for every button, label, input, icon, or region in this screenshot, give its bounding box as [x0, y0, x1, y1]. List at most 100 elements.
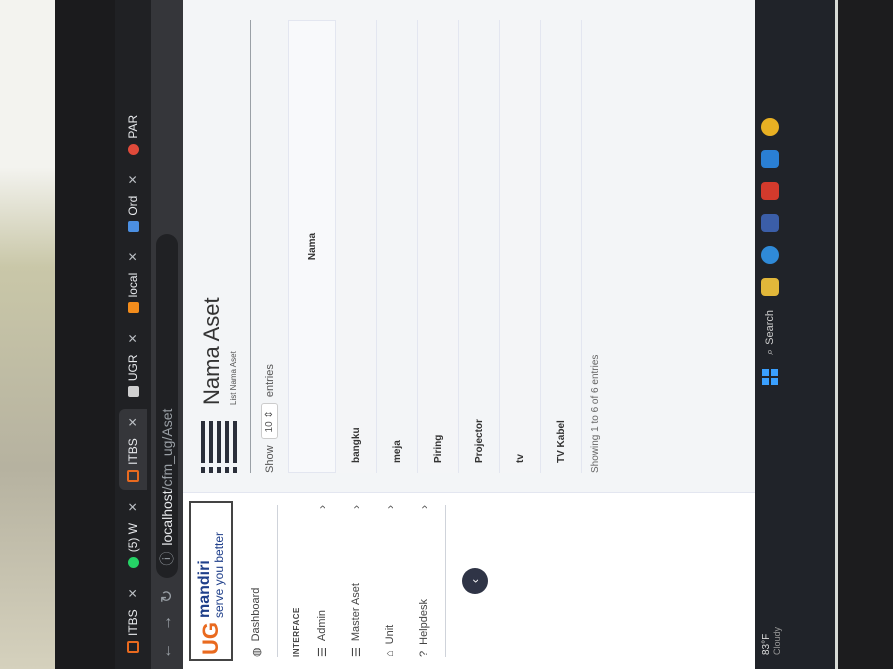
close-icon[interactable]: ✕: [126, 175, 140, 185]
info-icon: ⓘ: [159, 551, 175, 566]
weather-temp: 83°F: [761, 633, 772, 655]
search-icon: ⌕: [763, 348, 776, 355]
browser-tab-bar: ITBS ✕ (5) W ✕ ITBS ✕ UGR ✕ local ✕ Ord …: [115, 0, 151, 669]
tab-label: local: [126, 272, 140, 298]
entries-value: 10: [264, 421, 275, 433]
reload-icon[interactable]: ↻: [157, 590, 177, 603]
chevron-right-icon: ›: [417, 505, 431, 509]
windows-start-icon[interactable]: [762, 369, 778, 385]
table-row: TV Kabel: [541, 20, 582, 473]
tab-2[interactable]: (5) W ✕: [119, 494, 147, 576]
chrome-icon[interactable]: [761, 117, 779, 136]
app-icon[interactable]: [761, 181, 779, 200]
xampp-icon: [127, 302, 139, 314]
page-subtitle: List Nama Aset: [229, 351, 238, 405]
file-explorer-icon[interactable]: [761, 277, 779, 296]
tab-6[interactable]: Ord ✕: [119, 167, 147, 240]
close-icon[interactable]: ✕: [126, 333, 140, 343]
entries-control: Show 10 ⇕ entries: [251, 0, 288, 493]
list-icon: ☰: [350, 647, 363, 657]
sidebar-item-unit[interactable]: ⌂ Unit ›: [373, 493, 407, 669]
sidebar-item-admin[interactable]: ☰ Admin ›: [305, 493, 339, 669]
address-host: localhost: [159, 490, 175, 546]
tab-label: ITBS: [126, 438, 140, 465]
sidebar-toggle-button[interactable]: ‹: [462, 568, 488, 594]
brand-mandiri: mandiri: [196, 560, 213, 618]
close-icon[interactable]: ✕: [126, 502, 140, 512]
main-content: Nama Aset List Nama Aset Show 10 ⇕ entri…: [183, 0, 835, 493]
close-icon[interactable]: ✕: [126, 417, 140, 427]
address-path: /cfm_ug/Aset: [159, 408, 175, 491]
brand-ug: UG: [198, 622, 223, 655]
sidebar-item-master-aset[interactable]: ☰ Master Aset ›: [339, 493, 373, 669]
sidebar-item-dashboard[interactable]: ◍ Dashboard: [239, 493, 273, 669]
sidebar-divider: [277, 505, 278, 657]
back-icon[interactable]: ←: [158, 643, 176, 659]
tab-4[interactable]: UGR ✕: [119, 325, 147, 405]
search-label: Search: [764, 309, 776, 345]
chart-icon: [127, 220, 139, 232]
table-info: Showing 1 to 6 of 6 entries: [590, 354, 601, 473]
entries-label: entries: [263, 364, 276, 398]
weather-text: Cloudy: [772, 626, 782, 655]
laptop-bezel-right: [838, 0, 893, 669]
list-icon: ☰: [316, 647, 329, 657]
store-icon[interactable]: [761, 213, 779, 232]
sidebar-item-label: Master Aset: [350, 583, 362, 642]
laptop-screen: ITBS ✕ (5) W ✕ ITBS ✕ UGR ✕ local ✕ Ord …: [115, 0, 835, 669]
vscode-icon[interactable]: [761, 149, 779, 168]
whatsapp-icon: [127, 557, 139, 569]
page-title: Nama Aset: [199, 297, 224, 405]
sidebar-heading: INTERFACE: [292, 607, 301, 657]
tab-3[interactable]: ITBS ✕: [119, 409, 147, 490]
help-icon: ?: [418, 650, 430, 657]
forward-icon[interactable]: →: [158, 615, 176, 631]
windows-taskbar: 83°F Cloudy ⌕ Search: [755, 0, 835, 669]
taskbar-apps: ⌕ Search: [761, 117, 779, 385]
tab-label: ITBS: [126, 609, 140, 636]
sidebar: UG mandiri serve you better ◍ Dashboard …: [183, 492, 835, 669]
sidebar-item-label: Unit: [384, 624, 396, 645]
entries-select[interactable]: 10 ⇕: [261, 403, 278, 440]
aset-table: Nama bangku meja Piring Projector tv TV …: [288, 20, 582, 473]
table-row: meja: [377, 20, 418, 473]
brand-tagline: serve you better: [212, 531, 226, 618]
browser-address-row: ← → ↻ ⓘ localhost/cfm_ug/Aset: [151, 0, 183, 669]
table-row: Piring: [418, 20, 459, 473]
tab-label: Ord: [126, 195, 140, 216]
taskbar-search[interactable]: ⌕ Search: [764, 310, 777, 355]
tab-5[interactable]: local ✕: [119, 244, 147, 322]
table-row: Projector: [459, 20, 500, 473]
close-icon[interactable]: ✕: [126, 252, 140, 262]
page-icon: [127, 386, 139, 398]
tab-7[interactable]: PAR: [119, 107, 147, 163]
tab-label: (5) W: [126, 522, 140, 553]
sidebar-item-label: Helpdesk: [418, 599, 430, 645]
square-icon: [127, 641, 139, 653]
tab-label: UGR: [126, 354, 140, 382]
sidebar-item-helpdesk[interactable]: ? Helpdesk ›: [407, 493, 441, 669]
chevron-right-icon: ›: [383, 505, 397, 509]
column-header-nama[interactable]: Nama: [288, 20, 336, 473]
brand-logo[interactable]: UG mandiri serve you better: [189, 501, 233, 661]
table-row: bangku: [336, 20, 377, 473]
red-dot-icon: [127, 143, 139, 155]
sidebar-divider: [445, 505, 446, 657]
address-bar[interactable]: ⓘ localhost/cfm_ug/Aset: [156, 233, 178, 578]
edge-icon[interactable]: [761, 245, 779, 264]
chevron-right-icon: ›: [349, 505, 363, 509]
dashboard-icon: ◍: [250, 647, 263, 657]
sidebar-item-label: Admin: [316, 609, 328, 642]
page-header: Nama Aset List Nama Aset: [183, 0, 250, 493]
table-body: bangku meja Piring Projector tv TV Kabel: [336, 20, 582, 473]
table-row: tv: [500, 20, 541, 473]
square-icon: [127, 469, 139, 482]
tab-label: PAR: [126, 114, 140, 139]
show-label: Show: [263, 445, 276, 473]
tab-1[interactable]: ITBS ✕: [119, 580, 147, 661]
weather-widget[interactable]: 83°F Cloudy: [761, 575, 782, 669]
chevron-right-icon: ›: [315, 505, 329, 509]
home-icon: ⌂: [384, 650, 396, 657]
close-icon[interactable]: ✕: [126, 588, 140, 598]
sidebar-item-label: Dashboard: [250, 587, 262, 642]
